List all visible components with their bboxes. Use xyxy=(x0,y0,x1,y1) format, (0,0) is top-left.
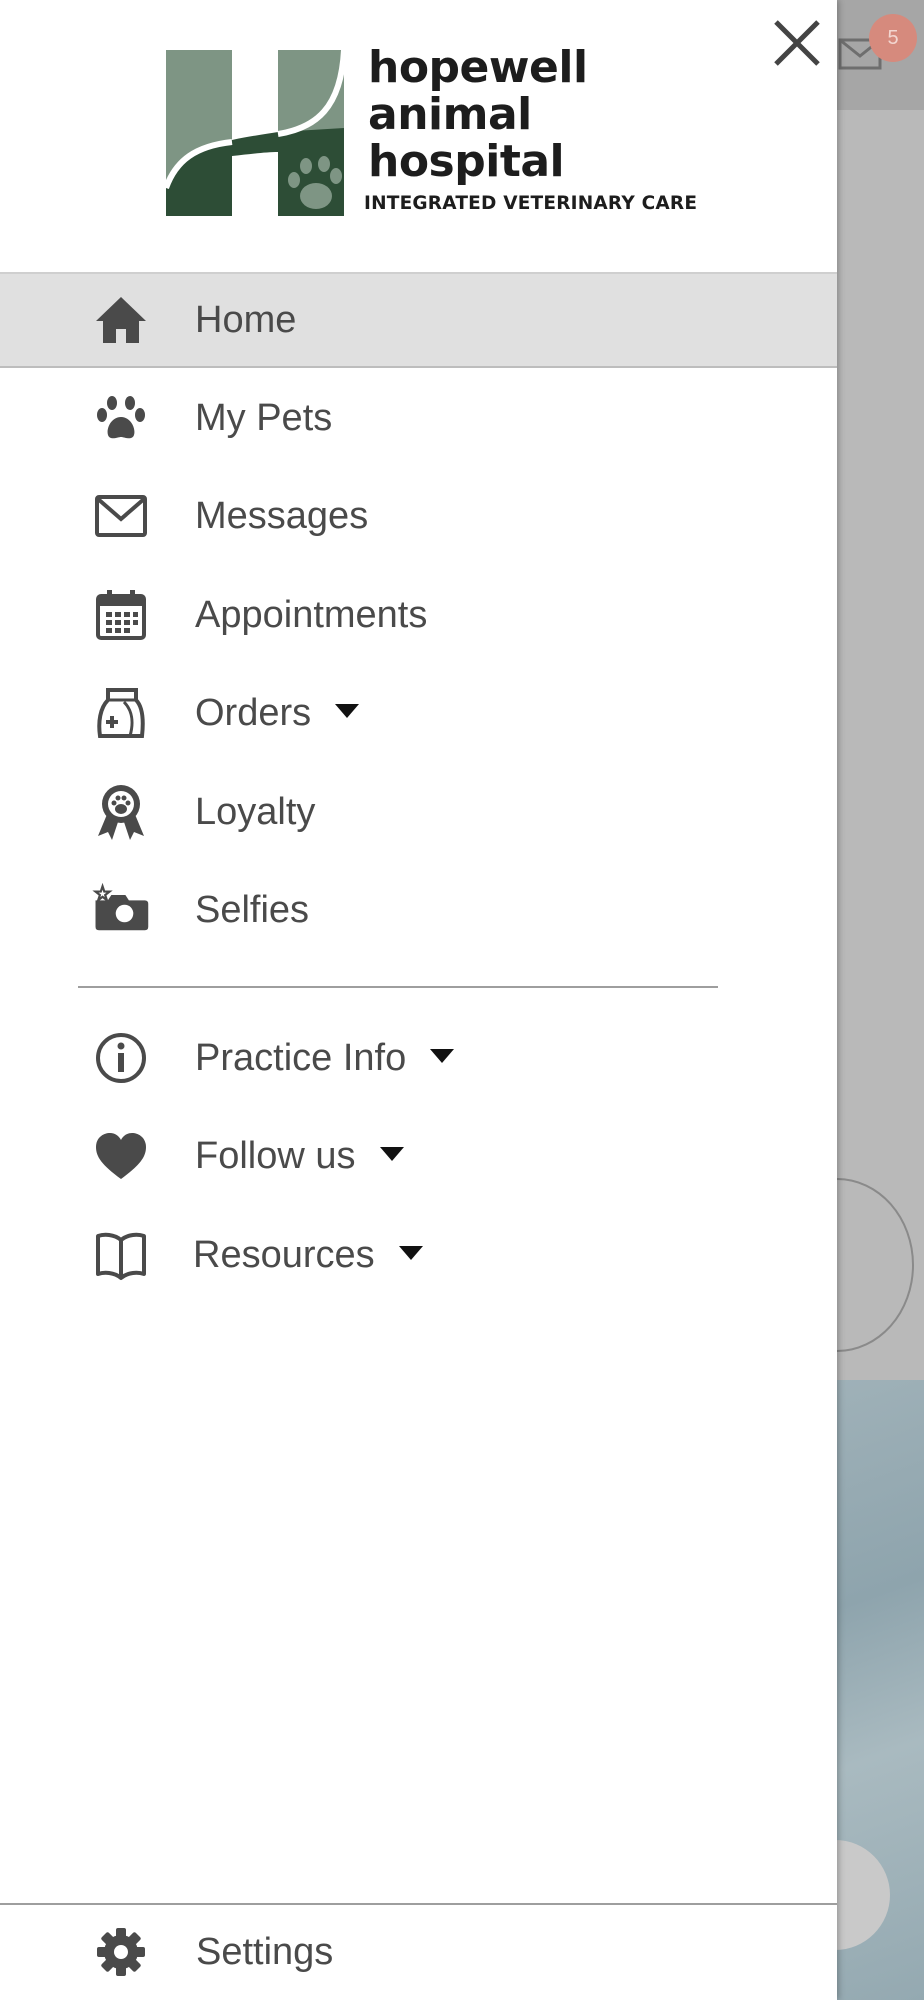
camera-icon xyxy=(92,881,150,939)
orders-text: Orders xyxy=(195,691,312,734)
home-icon xyxy=(92,291,150,349)
menu-item-selfies[interactable]: Selfies xyxy=(0,862,837,958)
resources-dropdown-caret-icon xyxy=(398,1246,423,1261)
menu-label-resources: Resources xyxy=(193,1234,423,1277)
practice-info-text: Practice Info xyxy=(195,1036,407,1079)
menu-item-messages[interactable]: Messages xyxy=(0,468,837,564)
menu-label-loyalty: Loyalty xyxy=(195,790,316,833)
menu-item-settings[interactable]: Settings xyxy=(0,1904,837,2000)
logo-line-1: hopewell xyxy=(368,42,588,93)
close-icon xyxy=(774,20,820,66)
info-icon xyxy=(92,1029,150,1087)
menu-label-selfies: Selfies xyxy=(195,888,310,931)
menu-item-orders[interactable]: Orders xyxy=(0,665,837,761)
book-icon xyxy=(92,1226,150,1284)
menu-divider xyxy=(78,986,718,988)
menu-label-practice-info: Practice Info xyxy=(195,1036,455,1080)
envelope-icon xyxy=(92,487,150,545)
menu-label-home: Home xyxy=(195,298,297,341)
menu-item-my-pets[interactable]: My Pets xyxy=(0,370,837,466)
menu-label-messages: Messages xyxy=(195,494,369,537)
heart-icon xyxy=(92,1127,150,1185)
menu-item-appointments[interactable]: Appointments xyxy=(0,567,837,663)
calendar-icon xyxy=(92,586,150,644)
menu-item-home[interactable]: Home xyxy=(0,272,837,368)
food-bag-icon xyxy=(92,684,150,742)
menu-label-follow-us: Follow us xyxy=(195,1135,404,1178)
close-button[interactable] xyxy=(770,16,826,72)
logo-line-3: hospital xyxy=(368,136,565,187)
menu-label-settings: Settings xyxy=(196,1930,334,1973)
orders-dropdown-caret-icon xyxy=(335,704,360,719)
practice-info-dropdown-caret-icon xyxy=(430,1049,455,1064)
menu-item-follow-us[interactable]: Follow us xyxy=(0,1108,837,1204)
menu-label-appointments: Appointments xyxy=(195,593,428,636)
gear-icon xyxy=(92,1923,150,1981)
award-ribbon-icon xyxy=(92,783,150,841)
menu-label-my-pets: My Pets xyxy=(195,396,333,439)
navigation-drawer: hopewell animal hospital INTEGRATED VETE… xyxy=(0,0,837,2000)
logo-line-2: animal xyxy=(368,89,532,140)
logo-wordmark: hopewell animal hospital xyxy=(368,44,588,185)
menu-item-loyalty[interactable]: Loyalty xyxy=(0,764,837,860)
follow-us-text: Follow us xyxy=(195,1134,356,1177)
paw-icon xyxy=(92,389,150,447)
follow-us-dropdown-caret-icon xyxy=(379,1147,404,1162)
notification-badge: 5 xyxy=(869,14,917,62)
menu-label-orders: Orders xyxy=(195,691,360,735)
resources-text: Resources xyxy=(193,1233,375,1276)
logo-tagline: INTEGRATED VETERINARY CARE xyxy=(364,193,698,214)
menu-item-resources[interactable]: Resources xyxy=(0,1207,837,1303)
menu-item-practice-info[interactable]: Practice Info xyxy=(0,1010,837,1106)
